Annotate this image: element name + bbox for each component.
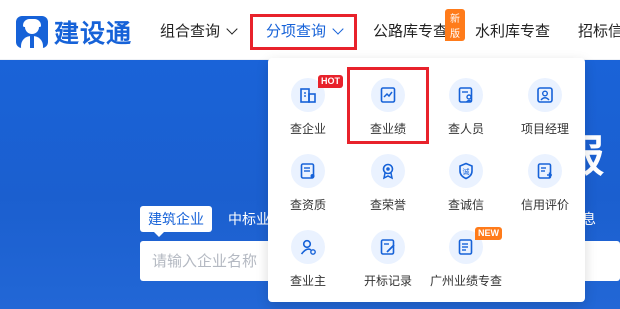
certificate-doc-icon — [291, 154, 325, 188]
nav-water-library[interactable]: 水利库专查 — [475, 20, 550, 41]
chevron-down-icon — [332, 23, 344, 35]
dropdown-item-credit-rating[interactable]: 信用评价 — [505, 142, 585, 214]
integrity-icon-text: 诚 — [463, 167, 470, 176]
nav-combined-query[interactable]: 组合查询 — [160, 20, 238, 41]
person-doc-icon — [449, 78, 483, 112]
dropdown-item-qualification[interactable]: 查资质 — [268, 142, 348, 214]
integrity-shield-icon: 诚 — [449, 154, 483, 188]
logo[interactable]: 建设通 — [16, 14, 132, 50]
nav-label: 水利库专查 — [475, 23, 551, 40]
bid-record-icon — [371, 230, 405, 264]
logo-worker-icon — [16, 16, 48, 48]
top-header: 建设通 组合查询 分项查询 公路库专查 新版 水利库专查 招标信 — [0, 0, 620, 60]
award-icon — [371, 154, 405, 188]
dropdown-item-label: 信用评价 — [520, 198, 569, 212]
tab-winning-bid[interactable]: 中标业 — [228, 206, 270, 232]
dropdown-item-label: 查企业 — [289, 122, 326, 136]
chevron-down-icon — [226, 23, 238, 35]
itemized-query-dropdown: HOT 查企业 查业绩 查人员 项目经理 查资质 查荣誉 诚 查诚信 信用评价 … — [268, 58, 585, 302]
dropdown-item-honors[interactable]: 查荣誉 — [348, 142, 428, 214]
logo-text: 建设通 — [54, 20, 133, 48]
dropdown-item-label: 查业绩 — [369, 122, 406, 136]
new-badge: NEW — [475, 227, 502, 240]
dropdown-item-label: 查资质 — [289, 198, 326, 212]
nav-bidding-info[interactable]: 招标信 — [578, 20, 620, 41]
nav-label: 公路库专查 — [373, 23, 449, 40]
nav-label: 招标信 — [578, 23, 620, 40]
credit-rating-icon — [528, 154, 562, 188]
dropdown-item-label: 查荣誉 — [369, 198, 406, 212]
dropdown-item-personnel[interactable]: 查人员 — [426, 66, 506, 138]
dropdown-item-label: 查业主 — [289, 274, 326, 288]
nav-label: 组合查询 — [160, 23, 221, 40]
manager-icon — [528, 78, 562, 112]
dropdown-item-label: 查诚信 — [447, 198, 484, 212]
dropdown-item-owner[interactable]: 查业主 — [268, 218, 348, 290]
nav-itemized-query[interactable]: 分项查询 — [266, 20, 344, 41]
owner-icon — [291, 230, 325, 264]
chart-doc-icon — [371, 78, 405, 112]
nav-label: 分项查询 — [266, 23, 327, 40]
hot-badge: HOT — [318, 75, 343, 88]
dropdown-item-integrity[interactable]: 诚 查诚信 — [426, 142, 506, 214]
new-version-badge: 新版 — [445, 9, 465, 41]
tab-construction-enterprise[interactable]: 建筑企业 — [140, 206, 212, 237]
dropdown-item-project-manager[interactable]: 项目经理 — [505, 66, 585, 138]
dropdown-item-label: 项目经理 — [520, 122, 569, 136]
dropdown-item-guangzhou-performance[interactable]: NEW 广州业绩专查 — [413, 218, 519, 290]
dropdown-item-label: 广州业绩专查 — [429, 274, 502, 288]
nav-highway-library[interactable]: 公路库专查 — [373, 20, 448, 41]
dropdown-item-label: 查人员 — [447, 122, 484, 136]
dropdown-item-enterprise[interactable]: HOT 查企业 — [268, 66, 348, 138]
dropdown-item-performance[interactable]: 查业绩 — [348, 66, 428, 138]
